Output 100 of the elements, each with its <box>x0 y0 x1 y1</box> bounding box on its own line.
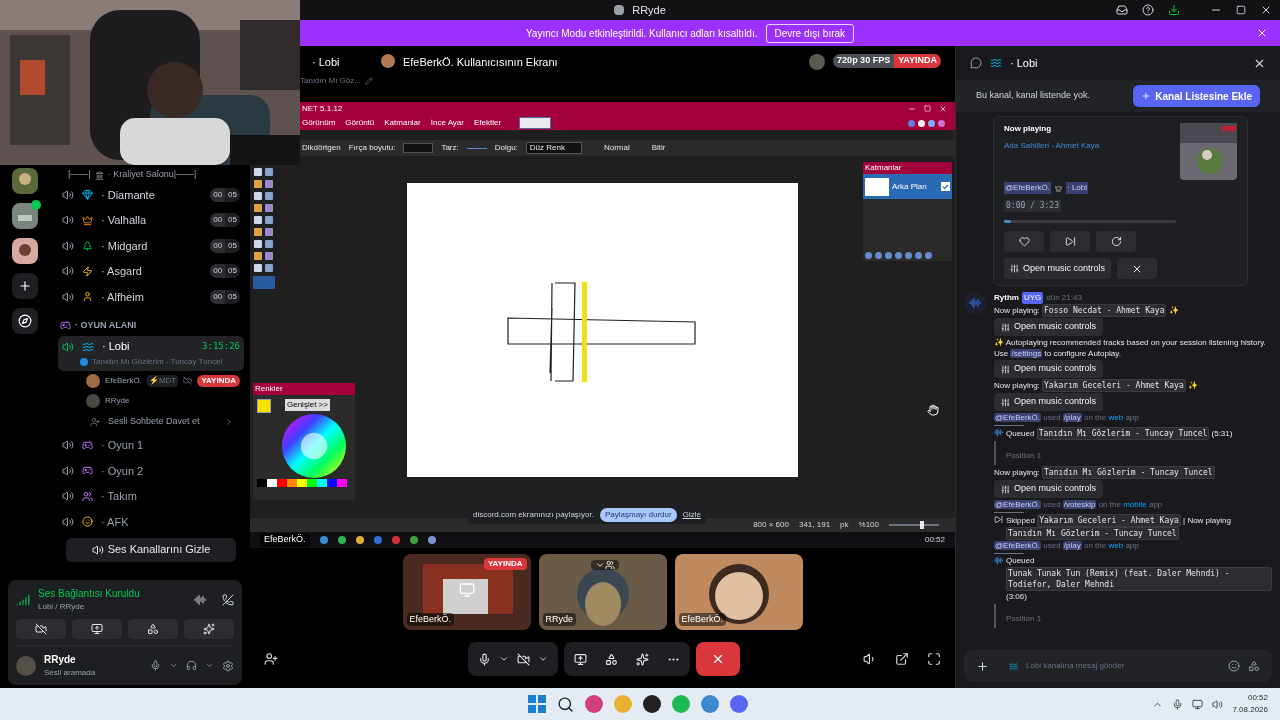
maximize-icon[interactable] <box>1236 5 1246 15</box>
caret-icon[interactable] <box>205 661 214 670</box>
link[interactable]: web <box>1108 541 1124 550</box>
emoji-icon[interactable] <box>1228 660 1240 672</box>
link[interactable]: web <box>1108 413 1124 422</box>
camera-button[interactable] <box>16 619 66 639</box>
unit-dropdown[interactable]: pk <box>840 519 849 531</box>
add-to-list-button[interactable]: Kanal Listesine Ekle <box>1133 85 1260 107</box>
music-controls-button[interactable]: Open music controls <box>994 480 1104 498</box>
apps-icon[interactable] <box>1248 660 1260 672</box>
shape-dropdown[interactable]: Dikdörtgen <box>302 142 341 154</box>
menu-item[interactable]: Katmanlar <box>384 117 421 129</box>
stop-sharing-button[interactable]: Paylaşmayı durdur <box>599 508 677 522</box>
invite-row[interactable]: Sesli Sohbete Davet et <box>58 410 244 433</box>
finish-button[interactable]: Bitir <box>651 142 666 154</box>
brush-size-field[interactable] <box>403 143 434 153</box>
palette-strip[interactable] <box>257 479 347 487</box>
caret-icon[interactable] <box>499 654 509 664</box>
stop-stream-button[interactable] <box>696 642 740 676</box>
user-mention[interactable]: @EfeBerkÖ. <box>994 541 1042 550</box>
voice-channel[interactable]: · Midgard 00 05 <box>58 233 244 259</box>
track-link[interactable]: Ada Sahilleri - Ahmet Kaya <box>1004 140 1180 152</box>
primary-color-swatch[interactable] <box>257 399 271 413</box>
server-icon[interactable] <box>12 203 38 229</box>
menu-item[interactable]: Görüntü <box>345 117 375 129</box>
voice-channel[interactable]: · Asgard 00 05 <box>58 258 244 284</box>
color-wheel-icon[interactable] <box>281 413 347 479</box>
blend-mode-dropdown[interactable]: Normal <box>603 142 630 154</box>
server-icon[interactable] <box>12 168 38 194</box>
command-mention[interactable]: /play <box>1062 413 1082 422</box>
popout-icon[interactable] <box>895 652 909 666</box>
voice-channel[interactable]: · Takım <box>58 483 244 509</box>
camera-off-icon[interactable] <box>517 652 530 666</box>
caret-icon[interactable] <box>169 661 178 670</box>
voice-channel[interactable]: · AFK <box>58 509 244 535</box>
voice-channel[interactable]: · Oyun 1 <box>58 432 244 458</box>
inbox-icon[interactable] <box>1116 4 1128 16</box>
disable-button[interactable]: Devre dışı bırak <box>765 23 855 43</box>
download-icon[interactable] <box>1168 4 1180 16</box>
music-controls-button[interactable]: Open music controls <box>1004 258 1112 279</box>
music-controls-button[interactable]: Open music controls <box>994 360 1104 378</box>
user-mention[interactable]: @EfeBerkÖ. <box>994 413 1042 422</box>
server-icon[interactable] <box>12 238 38 264</box>
user-mention[interactable]: @EfeBerkÖ. <box>994 500 1042 509</box>
add-people-icon[interactable] <box>264 652 278 666</box>
fullscreen-icon[interactable] <box>927 652 941 666</box>
line-style-icon[interactable] <box>466 147 487 149</box>
voice-channel[interactable]: · Oyun 2 <box>58 458 244 484</box>
zoom-slider-thumb[interactable] <box>919 521 924 529</box>
like-button[interactable] <box>1004 231 1044 252</box>
channel-mention[interactable]: · Lobi <box>1066 182 1089 194</box>
soundboard-icon[interactable] <box>636 652 649 666</box>
taskbar-app-icon[interactable] <box>643 695 661 713</box>
search-icon[interactable] <box>557 695 574 713</box>
image-tab[interactable] <box>519 117 552 129</box>
start-icon[interactable] <box>528 695 546 713</box>
expand-button[interactable]: Genişlet >> <box>285 399 330 411</box>
help-icon[interactable] <box>1142 4 1154 16</box>
menu-item[interactable]: Efektler <box>473 117 502 129</box>
hide-channels-button[interactable]: Ses Kanallarını Gizle <box>66 537 236 562</box>
command-mention[interactable]: /settings <box>1010 349 1043 358</box>
caret-icon[interactable] <box>538 654 548 664</box>
share-screen-button[interactable] <box>72 619 122 639</box>
close-icon[interactable] <box>1260 4 1272 16</box>
voice-channel[interactable]: · Lobi 3:15:26 Tanıdın Mı Gözlerim - Tuncay Tuncel <box>58 335 244 371</box>
share-screen-icon[interactable] <box>574 652 587 666</box>
music-controls-button[interactable]: Open music controls <box>994 393 1104 411</box>
activities-button[interactable] <box>128 619 178 639</box>
visibility-checkbox[interactable] <box>941 182 950 191</box>
music-controls-button[interactable]: Open music controls <box>994 318 1104 336</box>
voice-channel[interactable]: · Diamante 00 05 <box>58 182 244 208</box>
activities-icon[interactable] <box>605 652 618 666</box>
fill-dropdown[interactable]: Düz Renk <box>525 142 582 154</box>
add-icon[interactable] <box>976 659 989 673</box>
disconnect-icon[interactable] <box>222 593 234 606</box>
voice-channel[interactable]: · Alfheim 00 05 <box>58 284 244 310</box>
voice-channel[interactable]: · Valhalla 00 05 <box>58 207 244 233</box>
menu-item[interactable]: İnce Ayar <box>430 117 464 129</box>
repeat-button[interactable] <box>1096 231 1136 252</box>
command-mention[interactable]: /voteskip <box>1062 500 1097 509</box>
microphone-icon[interactable] <box>478 652 491 666</box>
hide-link[interactable]: Gizle <box>682 509 701 521</box>
soundboard-button[interactable] <box>184 619 234 639</box>
tool-palette-drawing[interactable] <box>253 166 275 291</box>
command-mention[interactable]: /play <box>1062 541 1082 550</box>
link[interactable]: mobile <box>1123 500 1147 509</box>
layer-row[interactable]: Arka Plan <box>863 174 952 199</box>
menu-item[interactable]: Görünüm <box>302 117 336 129</box>
settings-icon[interactable] <box>222 659 234 672</box>
skip-button[interactable] <box>1050 231 1090 252</box>
headphones-icon[interactable] <box>186 660 197 671</box>
voice-member[interactable]: RRyde <box>58 390 244 411</box>
voice-member[interactable]: EfeBerkÖ. ⚡MDT YAYINDA <box>58 370 244 391</box>
network-icon[interactable] <box>1192 698 1204 710</box>
add-server-button[interactable] <box>12 273 38 299</box>
category-header[interactable]: · OYUN ALANI <box>75 318 137 333</box>
discover-button[interactable] <box>12 308 38 334</box>
options-button[interactable] <box>590 560 619 570</box>
user-mention[interactable]: @EfeBerkÖ. <box>1004 182 1052 194</box>
message-field[interactable]: Lobi kanalına mesaj gönder <box>1026 660 1220 672</box>
